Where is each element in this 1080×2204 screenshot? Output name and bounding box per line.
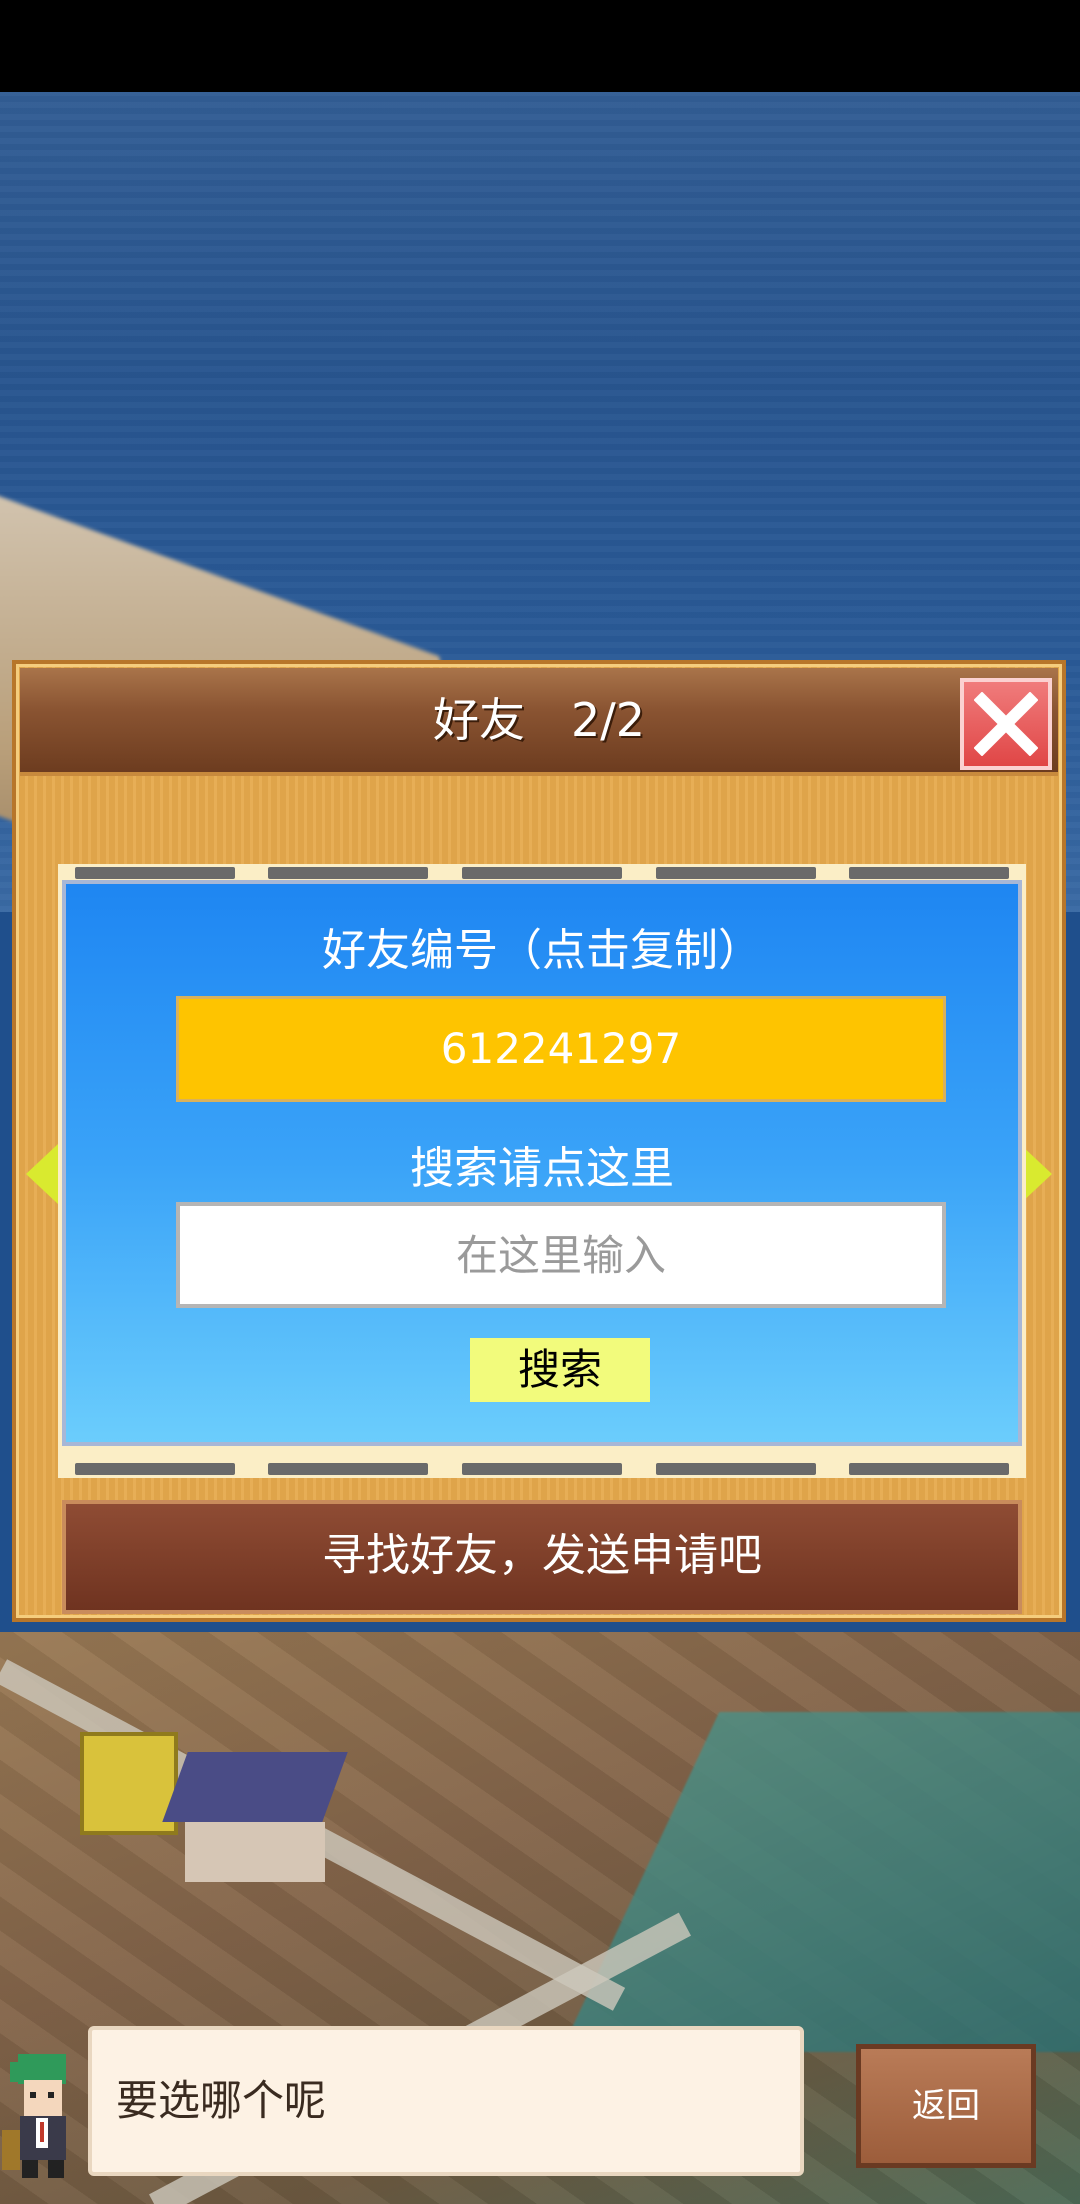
house-body: [185, 1822, 325, 1882]
tick: [849, 1463, 1010, 1475]
dialog-title: 好友 2/2: [432, 693, 646, 747]
tick: [849, 867, 1010, 879]
character-avatar: [2, 2054, 66, 2178]
previous-page-arrow-icon[interactable]: [26, 1144, 58, 1204]
back-button[interactable]: 返回: [856, 2044, 1036, 2168]
speech-bubble: 要选哪个呢: [88, 2026, 804, 2176]
tick: [655, 867, 816, 879]
house-roof: [162, 1752, 348, 1822]
search-button[interactable]: 搜索: [470, 1338, 650, 1402]
tick: [461, 867, 622, 879]
speech-text: 要选哪个呢: [116, 2076, 327, 2125]
friends-dialog: 好友 2/2 好友编号（点击复制） 612241297 搜索请点这里 搜索 寻找…: [12, 660, 1066, 1622]
tick: [74, 1463, 235, 1475]
panel-bottom-ticks: [58, 1460, 1026, 1478]
tick: [461, 1463, 622, 1475]
tick: [268, 1463, 429, 1475]
friend-id-copy-box[interactable]: 612241297: [176, 996, 946, 1102]
search-label: 搜索请点这里: [410, 1143, 674, 1194]
close-button[interactable]: [960, 678, 1052, 770]
status-bar: [0, 0, 1080, 92]
send-request-banner[interactable]: 寻找好友，发送申请吧: [62, 1500, 1022, 1614]
close-icon: [974, 692, 1038, 756]
search-input[interactable]: [176, 1202, 946, 1308]
tick: [74, 867, 235, 879]
dialog-header: 好友 2/2: [20, 668, 1058, 776]
tick: [268, 867, 429, 879]
friend-search-panel: 好友编号（点击复制） 612241297 搜索请点这里 搜索: [62, 880, 1022, 1446]
tick: [655, 1463, 816, 1475]
friend-id-label: 好友编号（点击复制）: [322, 925, 762, 976]
